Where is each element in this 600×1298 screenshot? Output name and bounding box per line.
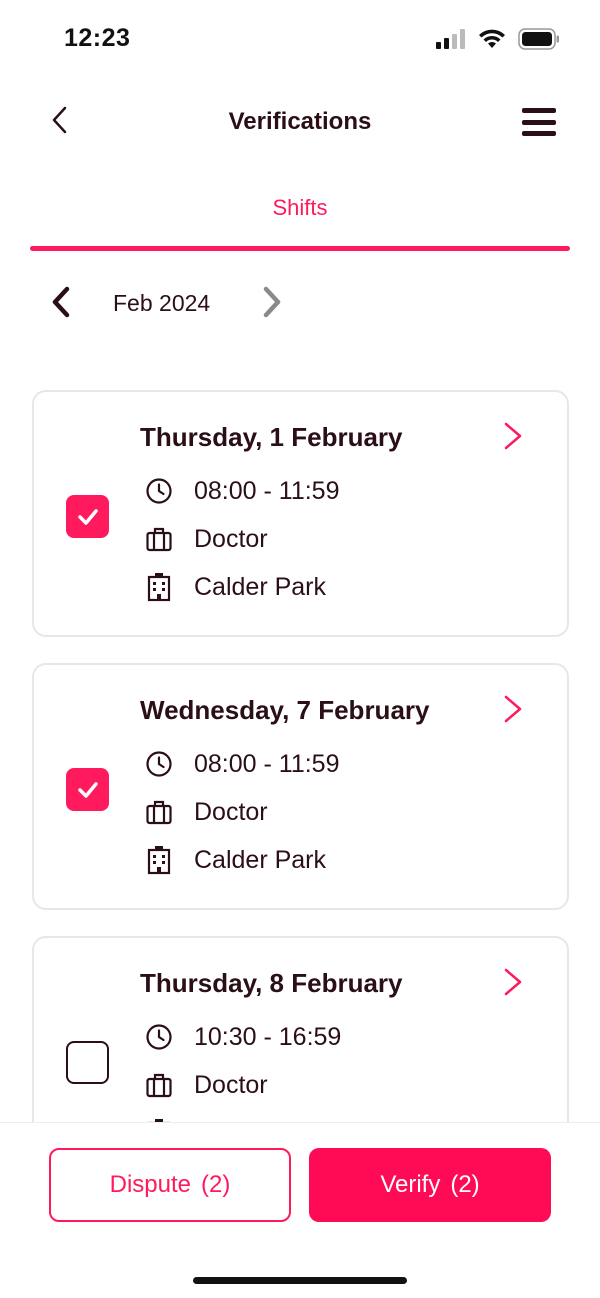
shift-location: Calder Park [194, 845, 326, 874]
status-icons [436, 28, 560, 50]
checkmark-icon [77, 781, 98, 798]
shift-card[interactable]: Thursday, 1 February 08:00 - 11:59 Docto… [32, 390, 569, 637]
chevron-right-icon[interactable] [501, 420, 525, 452]
shift-date: Thursday, 8 February [140, 968, 403, 998]
clock-icon [144, 1022, 174, 1052]
cellular-signal-icon [436, 29, 465, 49]
dispute-label: Dispute [109, 1171, 192, 1198]
shift-time-row: 10:30 - 16:59 [144, 1022, 341, 1052]
shift-checkbox[interactable] [66, 768, 109, 811]
shift-role-row: Doctor [144, 1070, 268, 1100]
building-icon [144, 572, 174, 602]
shift-location-row: Calder Park [144, 572, 326, 602]
verify-button[interactable]: Verify (2) [309, 1148, 551, 1222]
shift-list: Thursday, 1 February 08:00 - 11:59 Docto… [0, 352, 600, 1122]
nav-header: Verifications [0, 80, 600, 170]
wifi-icon [479, 29, 505, 48]
dispute-button[interactable]: Dispute (2) [49, 1148, 291, 1222]
building-icon [144, 845, 174, 875]
clock-icon [144, 476, 174, 506]
tab-shifts[interactable]: Shifts [30, 195, 570, 221]
shift-date: Thursday, 1 February [140, 422, 403, 452]
page-title: Verifications [228, 108, 372, 135]
chevron-right-icon[interactable] [501, 693, 525, 725]
tab-active-indicator [30, 246, 570, 251]
chevron-right-icon [263, 286, 281, 318]
briefcase-icon [144, 524, 174, 554]
chevron-left-icon [52, 286, 70, 318]
shift-location-row: Calder Park [144, 845, 326, 875]
shift-role-row: Doctor [144, 797, 268, 827]
shift-role: Doctor [194, 797, 268, 826]
shift-role: Doctor [194, 524, 268, 553]
shift-time: 10:30 - 16:59 [194, 1022, 342, 1051]
status-time: 12:23 [64, 24, 131, 52]
menu-button[interactable] [522, 105, 556, 139]
briefcase-icon [144, 797, 174, 827]
checkmark-icon [77, 508, 98, 525]
tab-bar: Shifts [30, 195, 570, 255]
shift-time-row: 08:00 - 11:59 [144, 476, 339, 506]
shift-time: 08:00 - 11:59 [194, 749, 340, 778]
previous-month-button[interactable] [44, 282, 78, 322]
dispute-count: (2) [201, 1171, 231, 1198]
action-bar: Dispute (2) Verify (2) [0, 1122, 600, 1298]
shift-checkbox[interactable] [66, 495, 109, 538]
shift-date: Wednesday, 7 February [140, 695, 430, 725]
shift-checkbox[interactable] [66, 1041, 109, 1084]
shift-time-row: 08:00 - 11:59 [144, 749, 339, 779]
verify-count: (2) [450, 1171, 480, 1198]
battery-icon [518, 28, 559, 50]
clock-icon [144, 749, 174, 779]
shift-card[interactable]: Thursday, 8 February 10:30 - 16:59 Docto… [32, 936, 569, 1122]
shift-location: Calder Park [194, 572, 326, 601]
shift-card[interactable]: Wednesday, 7 February 08:00 - 11:59 Doct… [32, 663, 569, 910]
home-indicator [193, 1277, 407, 1284]
month-label: Feb 2024 [113, 290, 211, 316]
shift-time: 08:00 - 11:59 [194, 476, 340, 505]
shift-role-row: Doctor [144, 524, 268, 554]
chevron-right-icon[interactable] [501, 966, 525, 998]
verify-label: Verify [380, 1171, 441, 1198]
month-navigator: Feb 2024 [0, 260, 600, 352]
next-month-button[interactable] [255, 282, 289, 322]
shift-role: Doctor [194, 1070, 268, 1099]
hamburger-menu-icon [522, 108, 556, 113]
briefcase-icon [144, 1070, 174, 1100]
status-bar: 12:23 [0, 0, 600, 80]
